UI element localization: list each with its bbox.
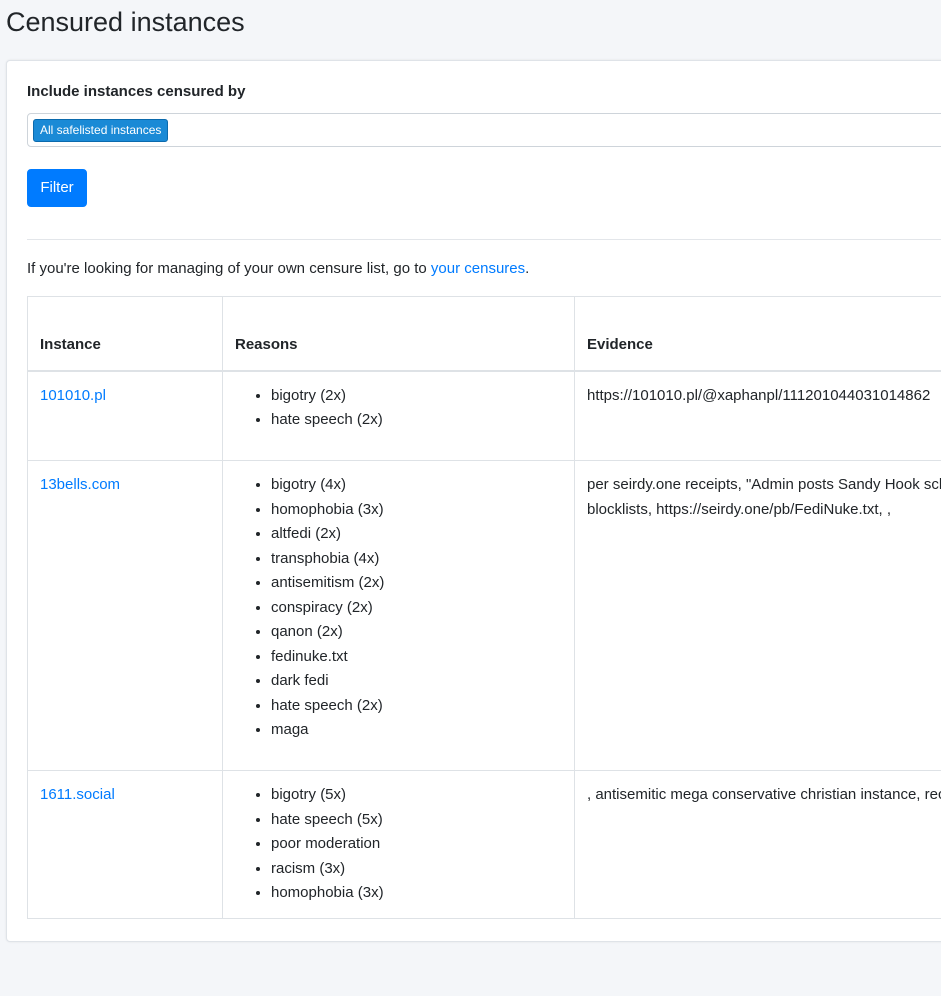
instance-cell: 101010.pl	[28, 371, 223, 461]
reason-item: poor moderation	[271, 832, 562, 857]
evidence-line: blocklists, https://seirdy.one/pb/FediNu…	[587, 498, 941, 523]
reason-item: transphobia (4x)	[271, 547, 562, 572]
reason-item: hate speech (5x)	[271, 808, 562, 833]
reasons-cell: bigotry (4x) homophobia (3x) altfedi (2x…	[223, 461, 575, 771]
censured-by-select[interactable]: All safelisted instances	[27, 113, 941, 147]
censures-table-wrap: Instance Reasons Evidence 101010.pl bigo…	[27, 296, 941, 996]
reason-item: hate speech (2x)	[271, 694, 562, 719]
instance-link[interactable]: 1611.social	[40, 786, 115, 803]
reason-item: bigotry (2x)	[271, 384, 562, 409]
reason-item: dark fedi	[271, 669, 562, 694]
reason-item: maga	[271, 718, 562, 743]
column-header-evidence: Evidence	[575, 297, 941, 371]
table-row: 101010.pl bigotry (2x) hate speech (2x) …	[28, 371, 941, 461]
evidence-cell: per seirdy.one receipts, "Admin posts Sa…	[575, 461, 941, 771]
reasons-cell: bigotry (2x) hate speech (2x)	[223, 371, 575, 461]
reason-item: bigotry (4x)	[271, 473, 562, 498]
reason-item: homophobia (3x)	[271, 498, 562, 523]
reasons-cell: bigotry (5x) hate speech (5x) poor moder…	[223, 771, 575, 919]
column-header-reasons: Reasons	[223, 297, 575, 371]
reason-item: fedinuke.txt	[271, 645, 562, 670]
instance-link[interactable]: 13bells.com	[40, 476, 120, 493]
reason-item: qanon (2x)	[271, 620, 562, 645]
divider	[27, 239, 941, 240]
info-text-before: If you're looking for managing of your o…	[27, 260, 431, 277]
evidence-cell: , antisemitic mega conservative christia…	[575, 771, 941, 919]
table-row: 13bells.com bigotry (4x) homophobia (3x)…	[28, 461, 941, 771]
your-censures-link[interactable]: your censures	[431, 260, 525, 277]
page-title: Censured instances	[6, 4, 245, 40]
reason-item: antisemitism (2x)	[271, 571, 562, 596]
evidence-line: per seirdy.one receipts, "Admin posts Sa…	[587, 473, 941, 498]
reason-item: conspiracy (2x)	[271, 596, 562, 621]
filter-button[interactable]: Filter	[27, 169, 87, 207]
info-text-after: .	[525, 260, 529, 277]
filter-label: Include instances censured by	[27, 83, 245, 100]
reason-item: altfedi (2x)	[271, 522, 562, 547]
reasons-list: bigotry (5x) hate speech (5x) poor moder…	[235, 783, 562, 906]
info-text: If you're looking for managing of your o…	[27, 259, 529, 279]
censures-table: Instance Reasons Evidence 101010.pl bigo…	[27, 296, 941, 919]
selected-tag-all-safelisted[interactable]: All safelisted instances	[33, 119, 168, 142]
table-row: 1611.social bigotry (5x) hate speech (5x…	[28, 771, 941, 919]
reason-item: bigotry (5x)	[271, 783, 562, 808]
table-header-row: Instance Reasons Evidence	[28, 297, 941, 371]
reason-item: racism (3x)	[271, 857, 562, 882]
evidence-line: https://101010.pl/@xaphanpl/111201044031…	[587, 384, 941, 409]
reason-item: hate speech (2x)	[271, 408, 562, 433]
evidence-line: , antisemitic mega conservative christia…	[587, 783, 941, 808]
instance-link[interactable]: 101010.pl	[40, 387, 106, 404]
reasons-list: bigotry (2x) hate speech (2x)	[235, 384, 562, 433]
instance-cell: 1611.social	[28, 771, 223, 919]
reason-item: homophobia (3x)	[271, 881, 562, 906]
column-header-instance: Instance	[28, 297, 223, 371]
filter-card: Include instances censured by All safeli…	[6, 60, 941, 942]
reasons-list: bigotry (4x) homophobia (3x) altfedi (2x…	[235, 473, 562, 743]
instance-cell: 13bells.com	[28, 461, 223, 771]
evidence-cell: https://101010.pl/@xaphanpl/111201044031…	[575, 371, 941, 461]
